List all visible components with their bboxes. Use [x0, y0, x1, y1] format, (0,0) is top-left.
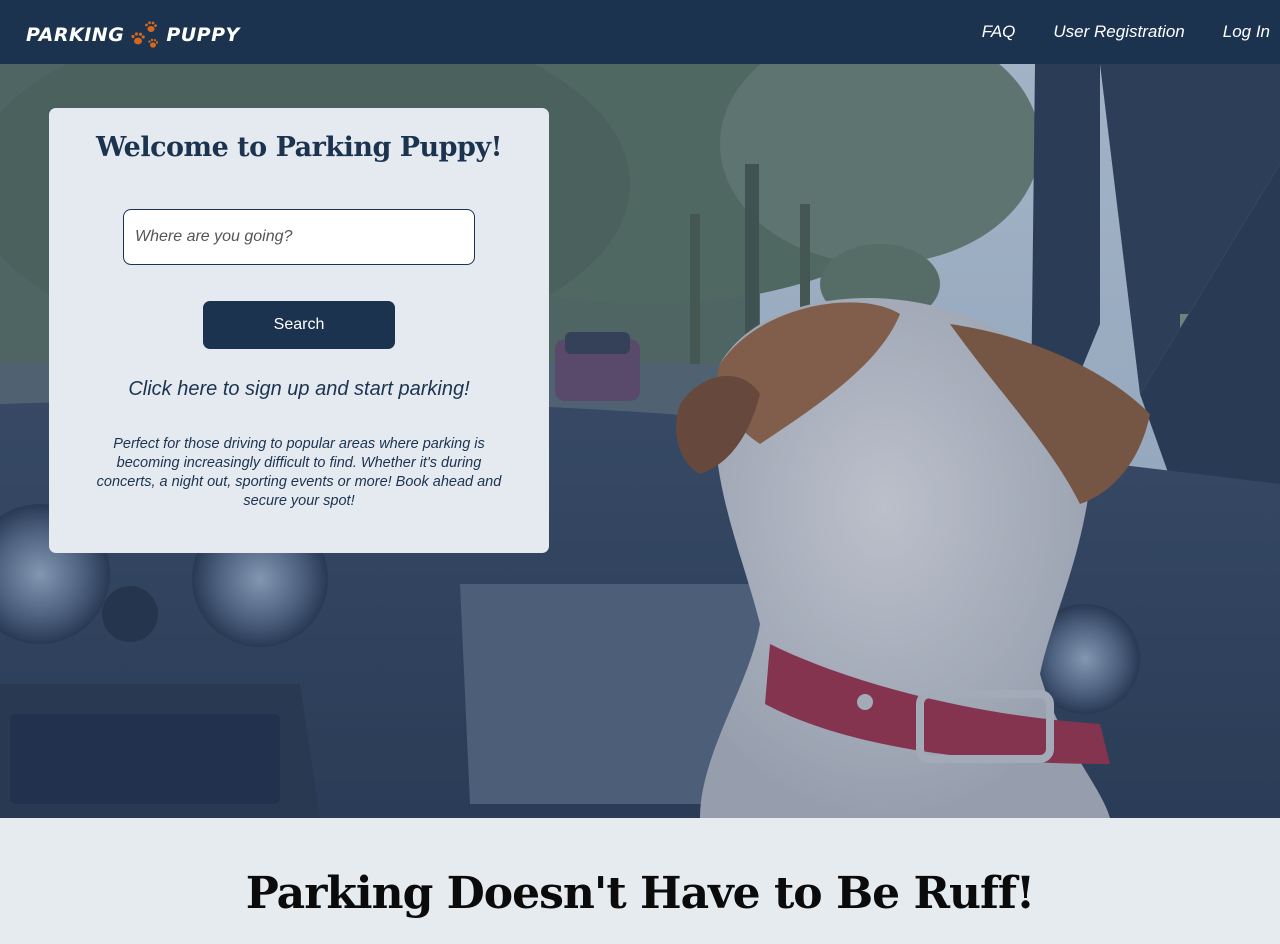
search-button[interactable]: Search — [203, 301, 395, 349]
welcome-title: Welcome to Parking Puppy! — [96, 132, 502, 163]
card-description: Perfect for those driving to popular are… — [96, 436, 502, 509]
destination-search-input[interactable] — [123, 209, 475, 265]
tagline-heading: Parking Doesn't Have to Be Ruff! — [245, 868, 1035, 919]
logo-text-right: PUPPY — [166, 24, 240, 46]
paw-prints-icon — [131, 21, 159, 48]
nav-link-faq[interactable]: FAQ — [982, 22, 1016, 42]
logo[interactable]: PARKING PUPPY — [26, 18, 240, 52]
logo-text-left: PARKING — [26, 24, 125, 46]
navbar: PARKING PUPPY FAQ User Registration Log … — [0, 0, 1280, 64]
nav-links: FAQ User Registration Log In — [944, 0, 1270, 64]
nav-link-user-registration[interactable]: User Registration — [1053, 22, 1184, 42]
hero-section: Welcome to Parking Puppy! Search Click h… — [0, 64, 1280, 818]
signup-link[interactable]: Click here to sign up and start parking! — [49, 378, 549, 401]
tagline-section: Parking Doesn't Have to Be Ruff! — [0, 818, 1280, 944]
nav-link-log-in[interactable]: Log In — [1223, 22, 1270, 42]
welcome-card: Welcome to Parking Puppy! Search Click h… — [49, 108, 549, 553]
